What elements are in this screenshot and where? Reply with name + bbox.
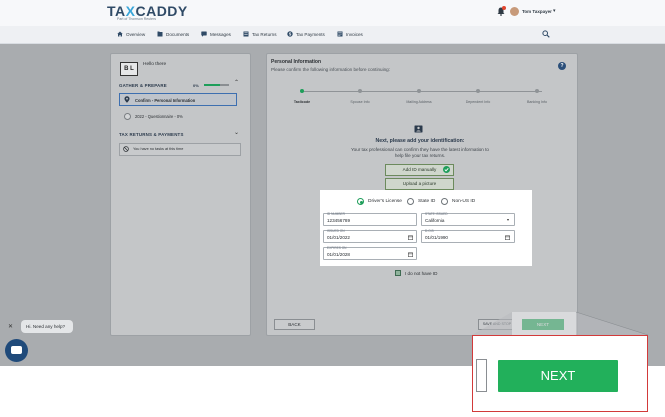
id-section-desc: Your tax professional can confirm they h… [320,147,520,159]
returns-section-title: TAX RETURNS & PAYMENTS [119,132,184,137]
id-number-value: 123456789 [327,218,350,223]
state-issued-value: California [425,218,445,223]
step-dot-2 [358,89,362,93]
step-dot-1 [300,89,304,93]
greeting: Hello there [143,62,167,67]
chat-prompt[interactable]: Hi. Need any help? [21,320,73,333]
back-button[interactable]: BACK [274,319,315,330]
id-card-icon [414,125,423,133]
firm-logo: B L [120,62,138,76]
messages-icon [201,31,207,37]
task-questionnaire[interactable]: 2022 - Questionnaire - 0% [135,114,183,119]
user-name[interactable]: Tom Taxpayer [522,9,552,14]
id-section-title: Next, please add your identification: [375,138,465,144]
no-id-checkbox[interactable] [395,270,401,276]
id-desc-line-2: help file your tax returns. [394,153,446,158]
step-dot-3 [417,89,421,93]
nav-tax-returns-label: Tax Returns [252,31,277,37]
location-pin-icon [124,96,130,103]
task-label-personal-info: Confirm - Personal Information [135,98,196,103]
dob-value: 01/01/1990 [425,235,448,240]
step-label-4: Dependent Info [465,100,491,104]
check-circle-icon [443,166,450,173]
issued-on-value: 01/01/2022 [327,235,350,240]
next-button[interactable]: NEXT [522,319,564,330]
zoom-save-button-edge [476,359,487,392]
radio-non-us-id[interactable] [441,198,448,205]
nav-messages-label: Messages [210,31,231,37]
user-menu-chevron-icon[interactable]: ▾ [553,8,556,14]
nav-overview[interactable]: Overview [117,31,145,37]
stepper-track [302,91,542,92]
zoom-next-button[interactable]: NEXT [498,360,618,392]
calendar-icon[interactable] [505,235,510,240]
invoice-icon [337,31,343,37]
step-label-3: Mailing Address [406,100,432,104]
id-number-label: ID NUMBER [327,212,345,216]
step-label-5: Banking Info [527,100,547,104]
nav-tax-payments-label: Tax Payments [296,31,325,37]
upload-picture-button[interactable]: Upload a picture [385,178,454,190]
main-nav [0,26,665,44]
expires-on-value: 01/01/2028 [327,252,350,257]
gather-progress-fill [204,84,220,86]
step-dot-4 [476,89,480,93]
dollar-icon: $ [287,31,293,37]
chat-close-icon[interactable]: ✕ [8,323,13,330]
nav-invoices-label: Invoices [346,31,363,37]
calendar-icon[interactable] [408,252,413,257]
step-dot-5 [535,89,539,93]
radio-label-non-us-id: Non-US ID [452,199,476,204]
returns-empty-text: You have no tasks at this time [133,147,184,151]
nav-invoices[interactable]: Invoices [337,31,363,37]
help-icon[interactable]: ? [558,62,566,70]
dob-label: D.O.B [425,229,434,233]
tax-returns-icon [243,31,249,37]
page-subtitle: Please confirm the following information… [271,67,390,72]
issued-on-label: ISSUED ON [327,229,345,233]
calendar-icon[interactable] [408,235,413,240]
no-id-label: I do not have ID [405,271,438,276]
expires-on-label: EXPIRES ON [327,246,347,250]
notification-badge [502,6,506,10]
state-dropdown-chevron-icon: ▾ [507,217,510,222]
gather-chevron-up-icon[interactable]: ⌃ [234,79,239,86]
top-header [0,0,665,26]
gather-percent: 0% [193,83,199,88]
radio-label-drivers-license: Driver's License [368,199,402,204]
page-title: Personal Information [271,59,322,65]
nav-overview-label: Overview [126,31,146,37]
save-and-stop-button[interactable]: SAVE AND STOP [478,319,516,330]
step-label-2: Spouse Info [350,100,370,104]
radio-drivers-license[interactable] [357,198,364,205]
home-icon [117,31,123,37]
search-icon[interactable] [542,30,550,38]
state-issued-label: STATE ISSUED [425,212,448,216]
nav-documents-label: Documents [166,31,190,37]
nav-tax-payments[interactable]: $ Tax Payments [287,31,325,37]
nav-tax-returns[interactable]: Tax Returns [243,31,277,37]
nav-messages[interactable]: Messages [201,31,231,37]
chat-bubble-icon [11,346,22,354]
documents-icon [157,31,163,37]
user-avatar[interactable] [510,7,519,16]
no-tasks-icon [123,146,129,152]
id-desc-line-1: Your tax professional can confirm they h… [351,147,489,152]
logo-subtitle: Part of Thomson Reuters [117,17,157,21]
nav-documents[interactable]: Documents [157,31,189,37]
radio-state-id[interactable] [407,198,414,205]
gather-section-title: GATHER & PREPARE [119,83,167,88]
radio-label-state-id: State ID [418,199,436,204]
step-label-1: Taxlicode [293,100,311,104]
returns-chevron-down-icon[interactable]: ⌄ [234,129,239,136]
task-status-circle [124,113,131,120]
